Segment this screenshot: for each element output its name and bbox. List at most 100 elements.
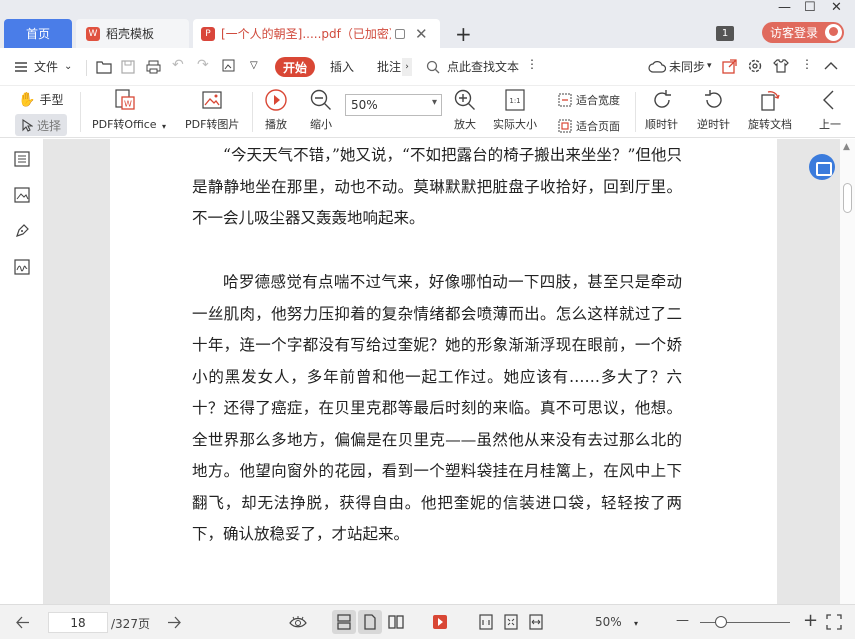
previous-page-icon[interactable]: [16, 616, 30, 629]
export-image-icon[interactable]: [222, 59, 237, 74]
zoom-in-icon: [454, 89, 475, 110]
chevron-down-icon[interactable]: ▾: [162, 122, 166, 131]
pdf-to-word-icon: W: [115, 89, 135, 110]
open-folder-icon[interactable]: [96, 60, 112, 74]
vertical-scrollbar[interactable]: ▲: [840, 139, 855, 604]
previous-page-button[interactable]: 上一: [818, 88, 842, 132]
eye-icon[interactable]: [289, 614, 307, 630]
tab-start[interactable]: 开始: [275, 57, 315, 77]
fullscreen-icon[interactable]: [826, 614, 842, 630]
actual-size-icon[interactable]: [478, 614, 494, 630]
divider: [80, 92, 81, 132]
zoom-slider-track[interactable]: [700, 622, 790, 623]
actual-size-icon: 1:1: [505, 89, 525, 111]
collapse-ribbon-icon[interactable]: [824, 61, 838, 70]
actual-size-button[interactable]: 1:1 实际大小: [493, 88, 537, 132]
gear-icon[interactable]: [747, 58, 763, 74]
document-paragraph: 哈罗德感觉有点喘不过气来，好像哪怕动一下四肢，甚至只是牵动一丝肌肉，他努力压抑着…: [192, 273, 682, 543]
more-dropdown-icon[interactable]: ▽: [250, 60, 258, 71]
hamburger-icon: [15, 61, 27, 72]
status-bar: 18 /327页 50% ▾ — +: [0, 604, 855, 639]
fit-width-icon[interactable]: [528, 614, 544, 630]
ribbon-toolbar: ✋ 手型 选择 W PDF转Office ▾ PDF转图片 播放 缩小 50% …: [0, 86, 855, 138]
select-tool-button[interactable]: 选择: [15, 114, 67, 136]
next-page-icon[interactable]: [167, 616, 181, 629]
total-pages: /327页: [111, 617, 150, 631]
pdf-file-icon: P: [201, 26, 215, 41]
fit-page-button[interactable]: 适合页面: [558, 118, 620, 134]
play-button[interactable]: 播放: [264, 88, 288, 132]
save-icon[interactable]: [121, 60, 135, 74]
zoom-slider-knob[interactable]: [715, 616, 727, 628]
rotate-counterclockwise-button[interactable]: 逆时针: [697, 88, 730, 132]
rotate-document-label: 旋转文档: [748, 118, 792, 131]
print-icon[interactable]: [146, 60, 161, 74]
scroll-up-icon[interactable]: ▲: [843, 142, 850, 152]
zoom-out-icon: [310, 89, 331, 110]
thumbnail-icon[interactable]: [14, 187, 30, 203]
hand-tool-button[interactable]: ✋ 手型: [18, 91, 63, 108]
pdf-to-image-button[interactable]: PDF转图片: [185, 88, 239, 132]
minimize-button[interactable]: —: [778, 0, 791, 15]
play-slideshow-icon[interactable]: [432, 614, 448, 630]
outline-icon[interactable]: [14, 151, 30, 167]
zoom-out-button[interactable]: 缩小: [309, 88, 333, 132]
zoom-plus-button[interactable]: +: [803, 610, 818, 631]
fit-width-icon: [558, 93, 572, 107]
tab-window-icon[interactable]: [395, 28, 405, 39]
maximize-button[interactable]: ☐: [804, 0, 816, 15]
undo-icon[interactable]: ↶: [172, 57, 184, 73]
fit-page-icon[interactable]: [503, 614, 519, 630]
more-options-icon[interactable]: ⋮: [526, 57, 538, 71]
continuous-page-icon[interactable]: [336, 614, 352, 630]
window-count-badge[interactable]: 1: [716, 26, 734, 41]
avatar-icon: [825, 24, 842, 41]
side-panel-toggle-icon[interactable]: [809, 154, 835, 180]
rotate-document-button[interactable]: 旋转文档: [748, 88, 792, 132]
close-tab-icon[interactable]: ✕: [415, 25, 428, 43]
new-tab-button[interactable]: +: [455, 22, 472, 46]
scrollbar-thumb[interactable]: [843, 183, 852, 213]
tab-template[interactable]: W 稻壳模板: [76, 19, 189, 48]
signature-icon[interactable]: [14, 259, 30, 275]
cloud-sync-icon[interactable]: [648, 60, 666, 73]
tab-template-label: 稻壳模板: [106, 27, 155, 41]
svg-text:W: W: [124, 100, 132, 109]
fit-width-button[interactable]: 适合宽度: [558, 92, 620, 108]
zoom-out-label: 缩小: [310, 118, 332, 131]
rotate-clockwise-button[interactable]: 顺时针: [645, 88, 678, 132]
tab-pdf-document[interactable]: P [一个人的朝圣].....pdf（已加密） ✕: [193, 19, 440, 48]
share-icon[interactable]: [722, 59, 737, 74]
zoom-select[interactable]: 50%: [345, 94, 442, 116]
find-text-input[interactable]: 点此查找文本: [447, 58, 519, 75]
redo-icon[interactable]: ↷: [197, 57, 209, 73]
skin-icon[interactable]: [773, 58, 789, 74]
file-menu[interactable]: 文件 ⌄: [14, 58, 72, 75]
annotation-pen-icon[interactable]: [14, 223, 30, 239]
tab-home[interactable]: 首页: [4, 19, 72, 48]
zoom-in-button[interactable]: 放大: [453, 88, 477, 132]
pdf-to-office-button[interactable]: W PDF转Office: [92, 88, 157, 132]
tab-home-label: 首页: [25, 27, 50, 41]
svg-text:1:1: 1:1: [509, 97, 520, 105]
chevron-down-icon[interactable]: ▾: [634, 619, 638, 628]
menu-scroll-right-icon[interactable]: ›: [402, 58, 412, 76]
page-number-input[interactable]: 18: [48, 612, 108, 633]
document-viewport[interactable]: “今天天气不错，”她又说，“不如把露台的椅子搬出来坐坐？”但他只是静静地坐在那里…: [44, 139, 855, 604]
guest-login-button[interactable]: 访客登录: [762, 22, 844, 43]
chevron-left-icon: [823, 90, 834, 110]
fit-width-label: 适合宽度: [576, 94, 620, 107]
two-page-icon[interactable]: [388, 614, 404, 630]
sync-status[interactable]: 未同步: [669, 58, 705, 75]
rotate-counterclockwise-icon: [704, 90, 722, 108]
chevron-down-icon[interactable]: ▾: [707, 61, 712, 71]
tab-insert[interactable]: 插入: [330, 58, 354, 75]
hand-tool-label: 手型: [39, 93, 64, 107]
tab-annotate[interactable]: 批注: [377, 58, 401, 75]
close-window-button[interactable]: ✕: [831, 0, 842, 15]
more-options-icon[interactable]: ⋮: [801, 57, 813, 71]
pdf-to-image-icon: [202, 91, 222, 109]
file-menu-label: 文件: [34, 60, 59, 74]
zoom-minus-button[interactable]: —: [676, 613, 689, 628]
single-page-icon[interactable]: [362, 614, 378, 630]
